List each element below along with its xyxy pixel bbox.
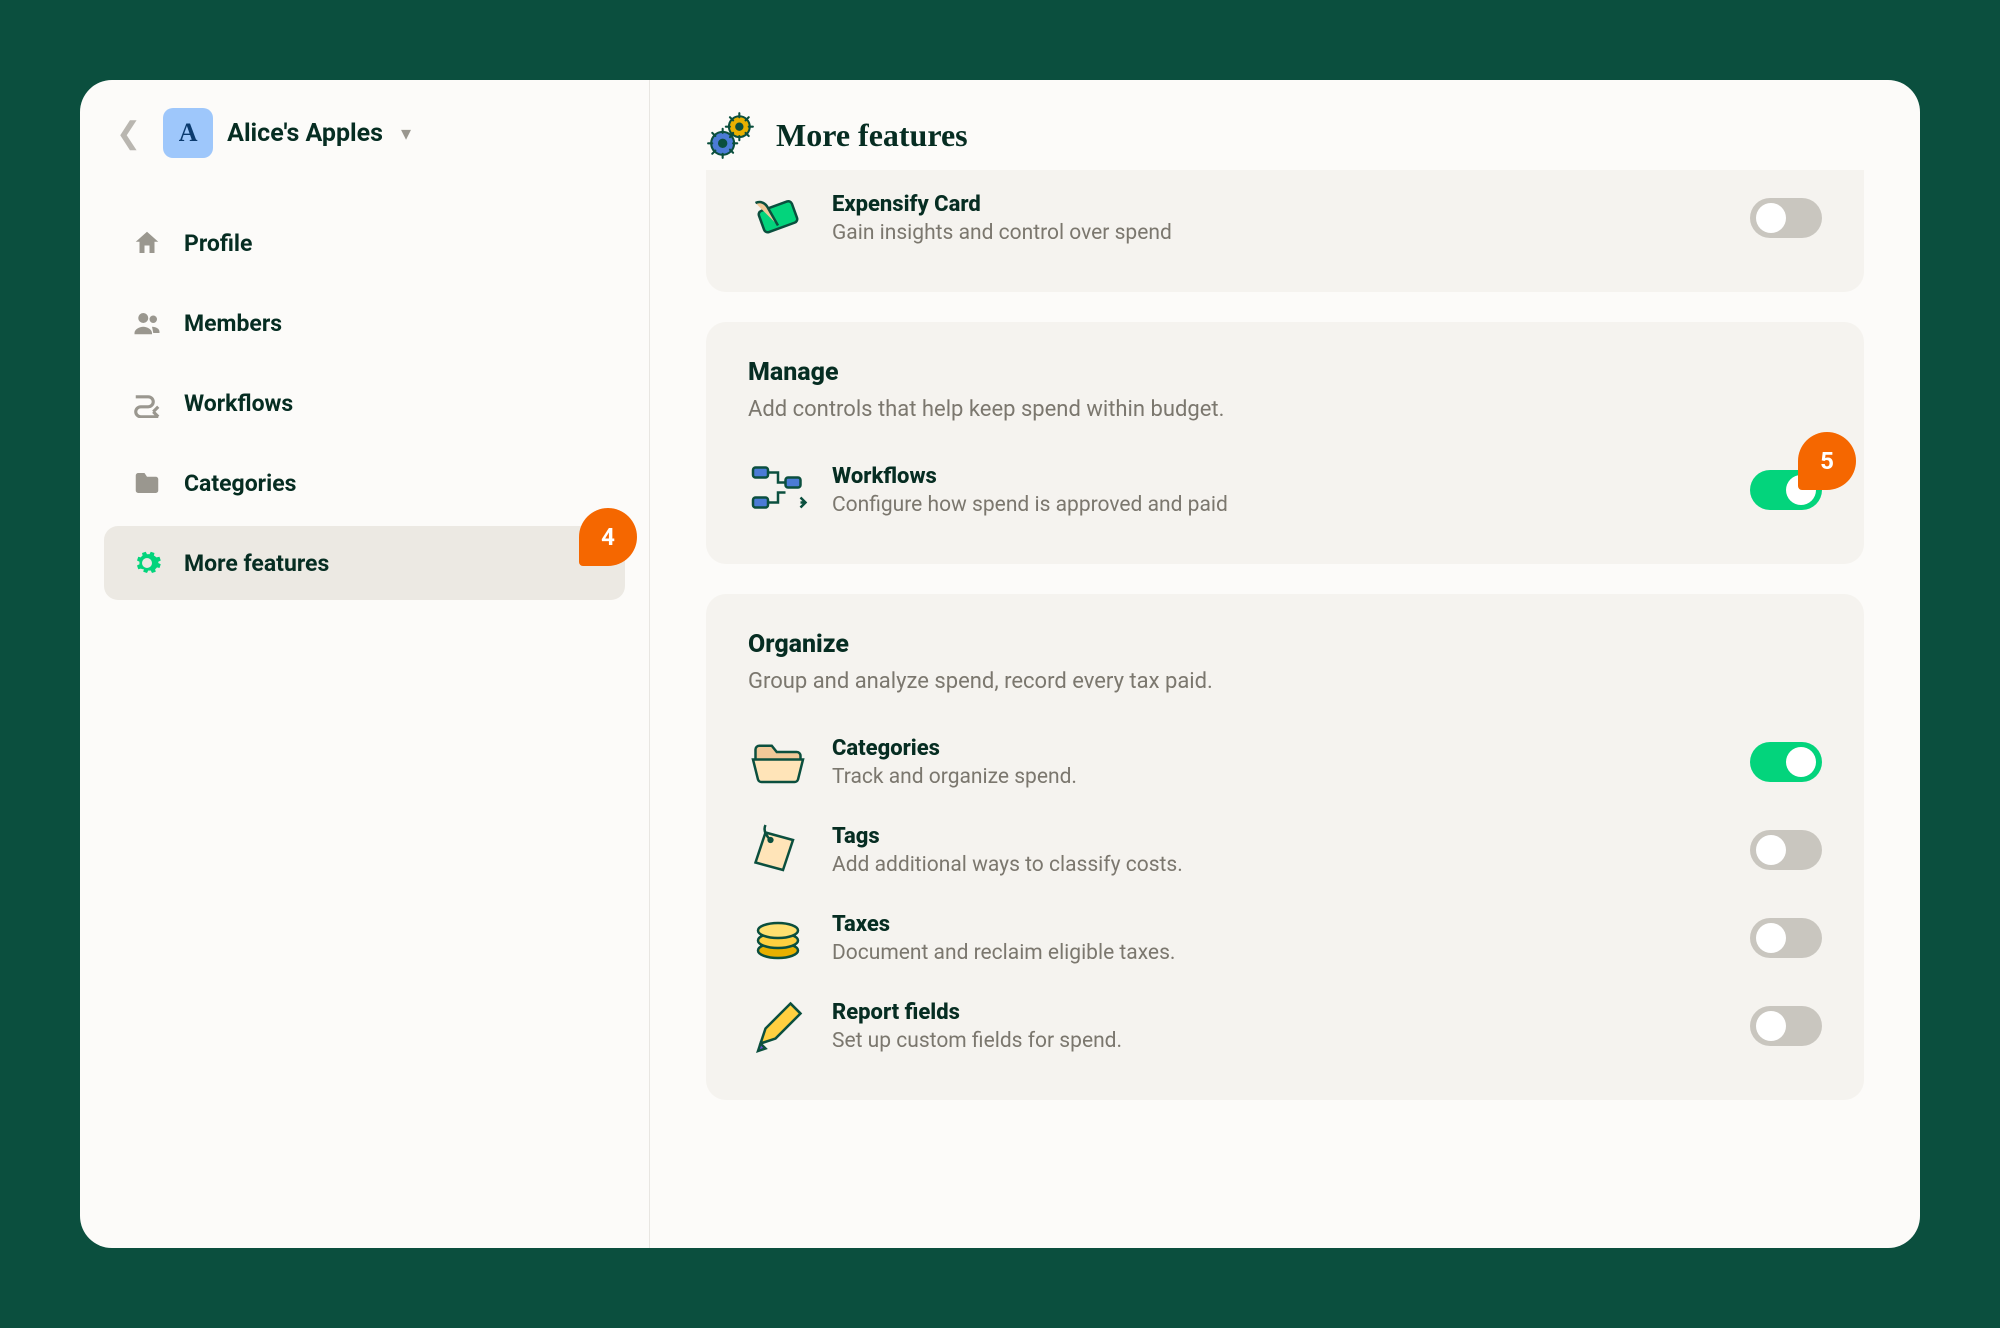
section-organize: Organize Group and analyze spend, record… <box>706 594 1864 1100</box>
folder-icon <box>132 468 162 498</box>
folder-open-icon <box>748 732 808 792</box>
section-subtitle: Group and analyze spend, record every ta… <box>748 669 1822 694</box>
sidebar-item-label: Categories <box>184 470 296 497</box>
sidebar: ❮ A Alice's Apples ▾ Profile Members <box>80 80 650 1248</box>
sidebar-item-label: More features <box>184 550 329 577</box>
feature-taxes: Taxes Document and reclaim eligible taxe… <box>748 894 1822 982</box>
feature-desc: Set up custom fields for spend. <box>832 1029 1750 1053</box>
toggle-tags[interactable] <box>1750 830 1822 870</box>
sidebar-item-members[interactable]: Members <box>104 286 625 360</box>
workspace-switcher[interactable]: ❮ A Alice's Apples ▾ <box>104 108 625 158</box>
sidebar-item-label: Members <box>184 310 282 337</box>
section-spend: Expensify Card Gain insights and control… <box>706 170 1864 292</box>
card-in-hand-icon <box>748 188 808 248</box>
home-icon <box>132 228 162 258</box>
feature-desc: Gain insights and control over spend <box>832 221 1750 245</box>
feature-name: Categories <box>832 736 1750 761</box>
feature-desc: Track and organize spend. <box>832 765 1750 789</box>
sidebar-item-label: Workflows <box>184 390 293 417</box>
feature-name: Workflows <box>832 464 1750 489</box>
back-chevron-icon[interactable]: ❮ <box>108 112 149 155</box>
pencil-icon <box>748 996 808 1056</box>
main-content: More features Expensify Card Gain insigh… <box>650 80 1920 1248</box>
feature-report-fields: Report fields Set up custom fields for s… <box>748 982 1822 1070</box>
workspace-avatar: A <box>163 108 213 158</box>
section-title: Organize <box>748 630 1822 659</box>
feature-desc: Document and reclaim eligible taxes. <box>832 941 1750 965</box>
sidebar-nav: Profile Members Workflows Categories <box>104 206 625 600</box>
toggle-categories[interactable] <box>1750 742 1822 782</box>
chevron-down-icon[interactable]: ▾ <box>401 121 411 145</box>
sidebar-item-label: Profile <box>184 230 252 257</box>
workspace-name: Alice's Apples <box>227 119 383 148</box>
feature-name: Expensify Card <box>832 192 1750 217</box>
toggle-report-fields[interactable] <box>1750 1006 1822 1046</box>
feature-desc: Configure how spend is approved and paid <box>832 493 1750 517</box>
members-icon <box>132 308 162 338</box>
workflows-icon <box>132 388 162 418</box>
callout-badge-4: 4 <box>579 508 637 566</box>
feature-categories: Categories Track and organize spend. <box>748 718 1822 806</box>
toggle-taxes[interactable] <box>1750 918 1822 958</box>
sidebar-item-profile[interactable]: Profile <box>104 206 625 280</box>
sidebar-item-workflows[interactable]: Workflows <box>104 366 625 440</box>
section-title: Manage <box>748 358 1822 387</box>
gears-icon <box>706 110 756 160</box>
section-manage: Manage Add controls that help keep spend… <box>706 322 1864 564</box>
page-title: More features <box>776 117 968 154</box>
feature-tags: Tags Add additional ways to classify cos… <box>748 806 1822 894</box>
workflow-nodes-icon <box>748 460 808 520</box>
app-window: ❮ A Alice's Apples ▾ Profile Members <box>80 80 1920 1248</box>
gear-icon <box>132 548 162 578</box>
tag-icon <box>748 820 808 880</box>
toggle-expensify-card[interactable] <box>1750 198 1822 238</box>
sidebar-item-more-features[interactable]: More features 4 <box>104 526 625 600</box>
feature-desc: Add additional ways to classify costs. <box>832 853 1750 877</box>
section-subtitle: Add controls that help keep spend within… <box>748 397 1822 422</box>
page-header: More features <box>706 110 1864 160</box>
callout-badge-5: 5 <box>1798 432 1856 490</box>
feature-name: Report fields <box>832 1000 1750 1025</box>
coins-icon <box>748 908 808 968</box>
feature-name: Tags <box>832 824 1750 849</box>
sidebar-item-categories[interactable]: Categories <box>104 446 625 520</box>
feature-name: Taxes <box>832 912 1750 937</box>
feature-expensify-card: Expensify Card Gain insights and control… <box>748 174 1822 262</box>
feature-workflows: Workflows Configure how spend is approve… <box>748 446 1822 534</box>
